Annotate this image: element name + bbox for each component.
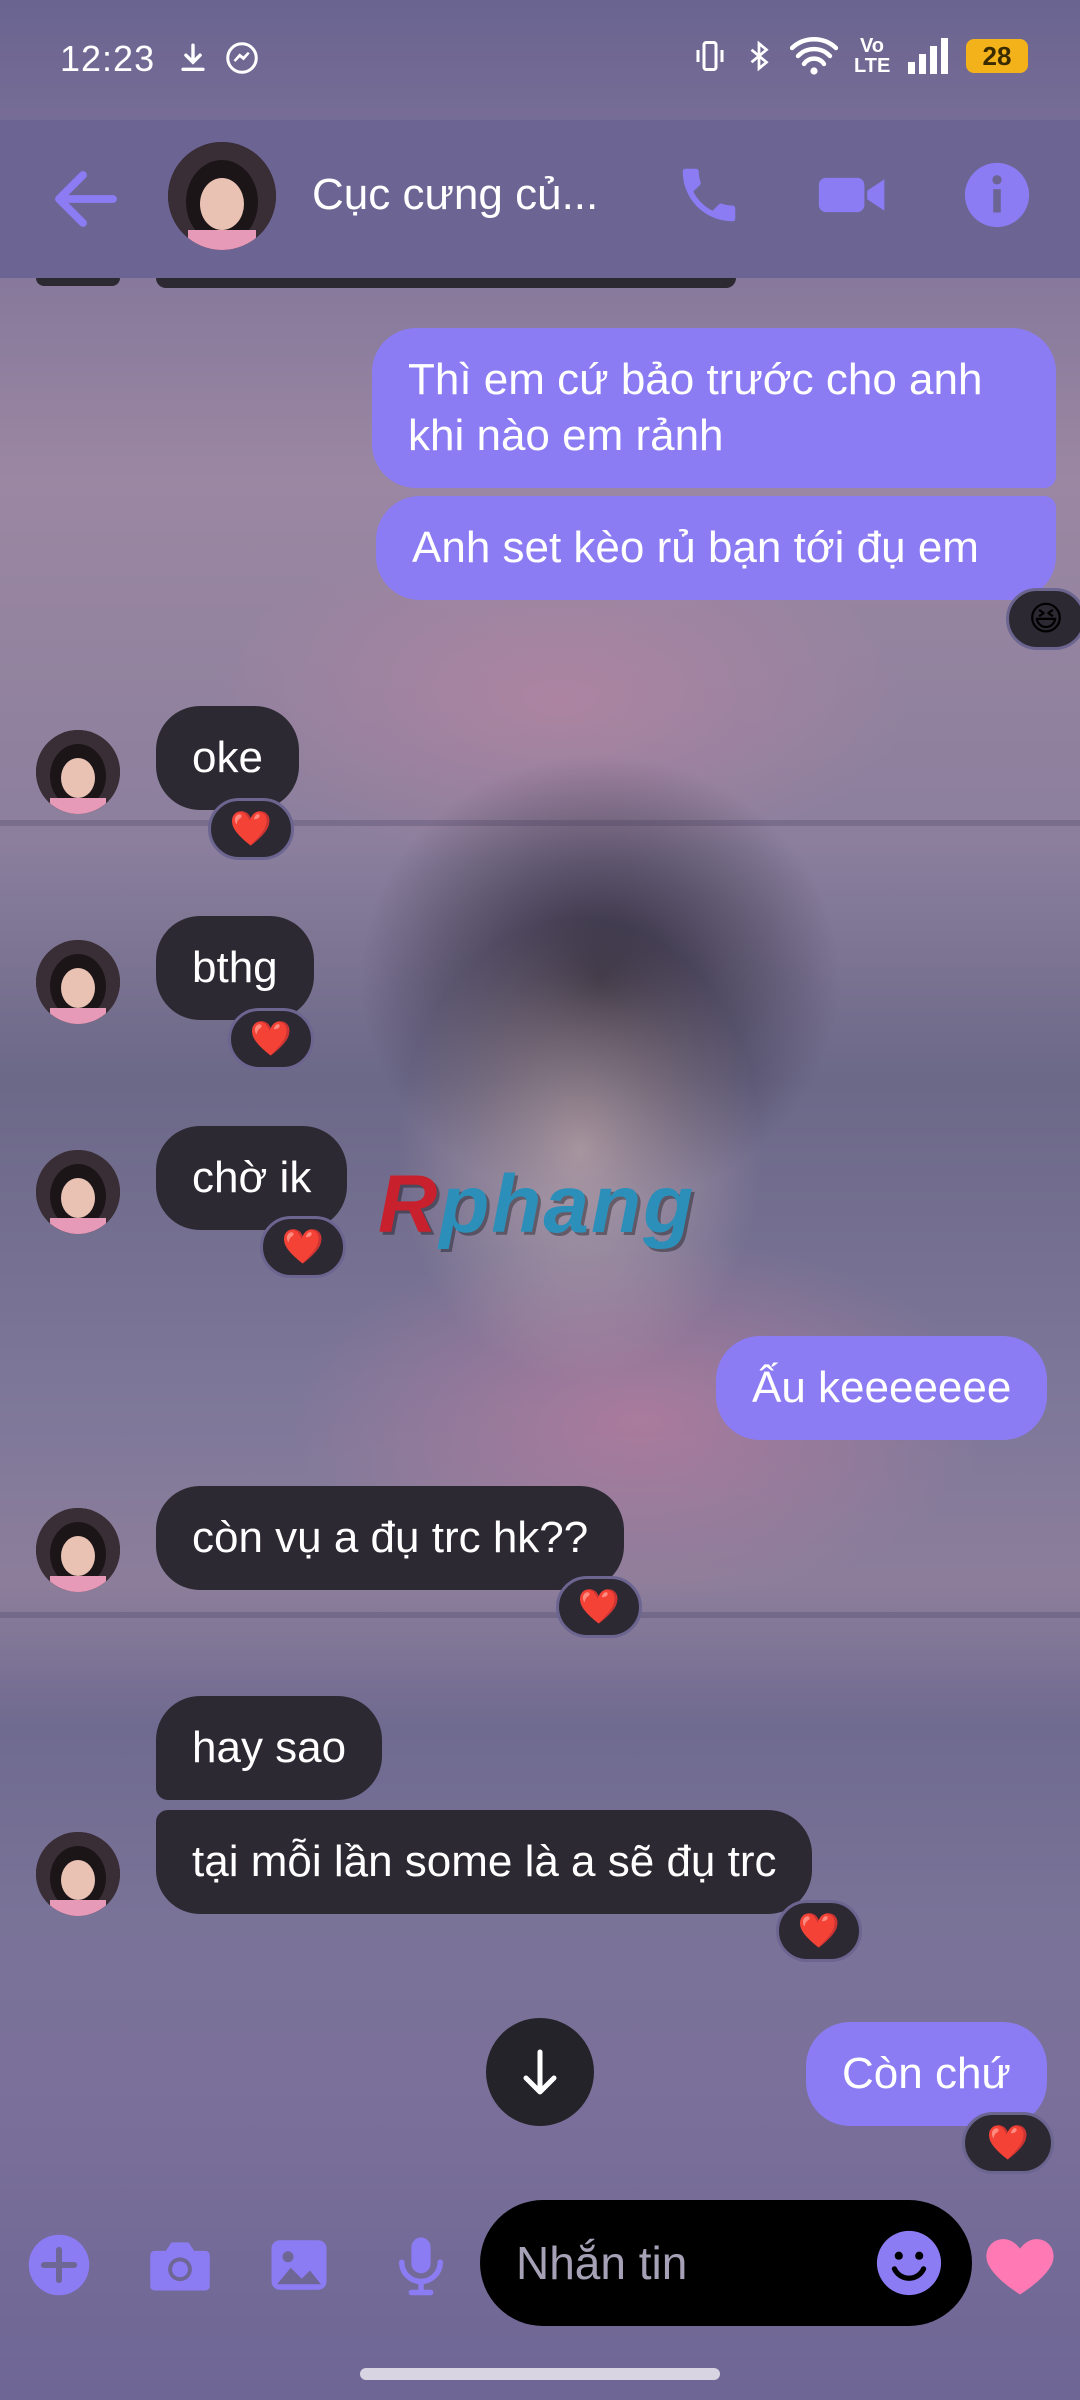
watermark-logo: Rphang xyxy=(378,1158,695,1252)
messenger-notification-icon xyxy=(226,42,258,74)
phone-icon xyxy=(682,168,736,222)
avatar-photo xyxy=(36,940,120,1024)
heart-reaction-icon: ❤️ xyxy=(281,1228,325,1266)
download-icon xyxy=(181,43,205,72)
laughing-emoji-icon: 😆 xyxy=(1028,600,1064,638)
status-time: 12:23 xyxy=(60,38,156,79)
outgoing-message[interactable]: Anh set kèo rủ bạn tới đụ em xyxy=(376,496,1056,600)
message-input-placeholder: Nhắn tin xyxy=(516,2237,688,2289)
camera-button[interactable] xyxy=(146,2232,212,2298)
sender-avatar[interactable] xyxy=(36,1832,120,1916)
more-actions-button[interactable] xyxy=(26,2232,92,2298)
cropped-message-bubble xyxy=(156,278,736,288)
avatar-photo xyxy=(36,1150,120,1234)
voice-message-button[interactable] xyxy=(388,2232,454,2298)
back-arrow-icon xyxy=(55,171,117,227)
avatar-photo xyxy=(36,1832,120,1916)
heart-reaction-icon: ❤️ xyxy=(229,810,273,848)
heart-reaction-icon: ❤️ xyxy=(797,1912,841,1950)
sender-avatar[interactable] xyxy=(36,1508,120,1592)
arrow-down-icon xyxy=(523,2049,557,2095)
message-reaction[interactable]: ❤️ xyxy=(228,1008,314,1070)
emoji-icon xyxy=(876,2230,942,2296)
image-icon xyxy=(271,2240,327,2290)
incoming-message[interactable]: tại mỗi lần some là a sẽ đụ trc xyxy=(156,1810,813,1914)
video-call-button[interactable] xyxy=(816,160,886,230)
bluetooth-icon xyxy=(750,40,769,72)
sender-avatar[interactable] xyxy=(36,940,120,1024)
outgoing-message[interactable]: Thì em cứ bảo trước cho anh khi nào em r… xyxy=(372,328,1056,488)
wifi-icon xyxy=(790,37,838,75)
message-input[interactable]: Nhắn tin xyxy=(480,2200,972,2326)
message-reaction[interactable]: ❤️ xyxy=(260,1216,346,1278)
sender-avatar[interactable] xyxy=(36,730,120,814)
message-composer: Nhắn tin xyxy=(0,2180,1080,2350)
avatar-photo xyxy=(36,730,120,814)
gallery-button[interactable] xyxy=(266,2232,332,2298)
incoming-message[interactable]: bthg xyxy=(156,916,314,1020)
watermark-letter: R xyxy=(378,1159,440,1250)
outgoing-message[interactable]: Còn chứ xyxy=(806,2022,1047,2126)
status-left-icons xyxy=(176,40,260,76)
volte-label: Vo LTE xyxy=(854,35,891,77)
incoming-message[interactable]: chờ ik xyxy=(156,1126,348,1230)
vibrate-icon xyxy=(696,41,724,71)
back-button[interactable] xyxy=(50,166,122,232)
message-reaction[interactable]: 😆 xyxy=(1006,588,1080,650)
message-reaction[interactable]: ❤️ xyxy=(962,2112,1054,2174)
outgoing-message[interactable]: Ấu keeeeeee xyxy=(716,1336,1048,1440)
message-reaction[interactable]: ❤️ xyxy=(776,1900,862,1962)
emoji-button[interactable] xyxy=(874,2228,944,2298)
mic-icon xyxy=(399,2237,443,2296)
home-indicator[interactable] xyxy=(360,2368,720,2380)
conversation-header: Cục cưng củ... xyxy=(0,120,1080,278)
incoming-message[interactable]: còn vụ a đụ trc hk?? xyxy=(156,1486,625,1590)
heart-icon xyxy=(986,2239,1054,2295)
avatar-photo xyxy=(36,1508,120,1592)
signal-icon xyxy=(908,38,948,74)
incoming-message[interactable]: oke xyxy=(156,706,299,810)
heart-reaction-icon: ❤️ xyxy=(986,2124,1030,2162)
message-reaction[interactable]: ❤️ xyxy=(556,1576,642,1638)
status-bar: 12:23 Vo LTE 28 xyxy=(0,0,1080,120)
scroll-to-bottom-button[interactable] xyxy=(486,2018,594,2126)
camera-icon xyxy=(150,2242,210,2291)
cropped-avatar xyxy=(36,278,120,286)
message-reaction[interactable]: ❤️ xyxy=(208,798,294,860)
plus-icon xyxy=(28,2234,90,2296)
battery-indicator: 28 xyxy=(966,39,1028,73)
info-icon xyxy=(964,162,1030,228)
heart-reaction-icon: ❤️ xyxy=(577,1588,621,1626)
watermark-text: phang xyxy=(439,1159,696,1250)
conversation-info-button[interactable] xyxy=(962,160,1032,230)
status-right-icons: Vo LTE 28 xyxy=(692,36,1028,76)
video-icon xyxy=(818,177,885,213)
sender-avatar[interactable] xyxy=(36,1150,120,1234)
heart-reaction-icon: ❤️ xyxy=(249,1020,293,1058)
send-heart-button[interactable] xyxy=(982,2228,1058,2304)
avatar-photo xyxy=(168,142,276,250)
contact-name[interactable]: Cục cưng củ... xyxy=(312,170,598,220)
voice-call-button[interactable] xyxy=(674,160,744,230)
contact-avatar[interactable] xyxy=(168,142,276,250)
incoming-message[interactable]: hay sao xyxy=(156,1696,383,1800)
